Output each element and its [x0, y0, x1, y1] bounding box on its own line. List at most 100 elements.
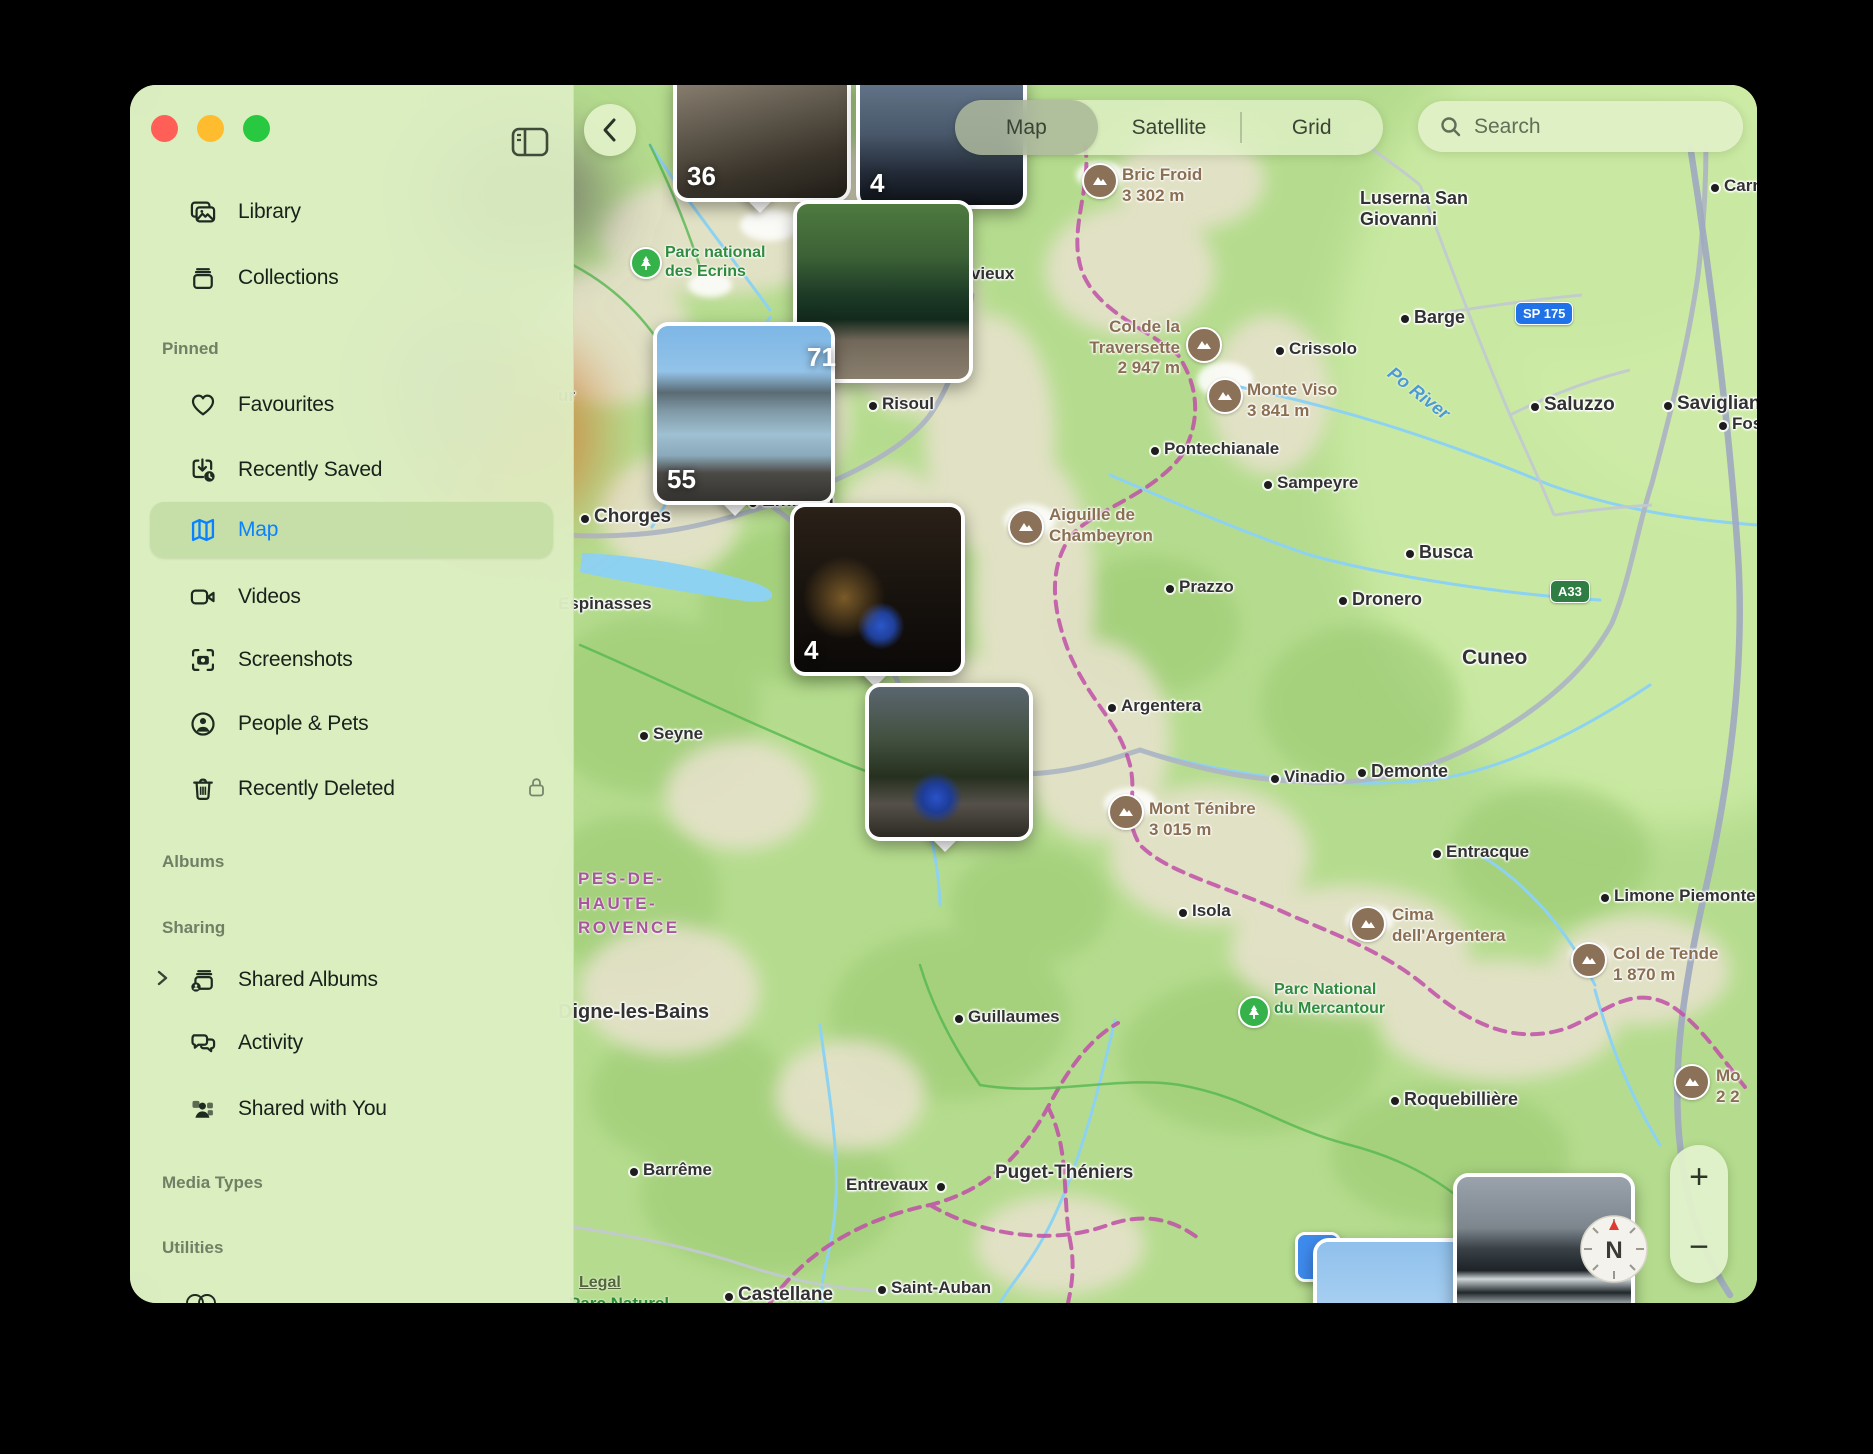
map-label-town: Luserna SanGiovanni — [1360, 188, 1468, 230]
map-label-town: Barge — [1414, 307, 1465, 328]
map-town-dot — [1358, 769, 1366, 777]
map-label-town: Dronero — [1352, 589, 1422, 610]
mountain-peak-icon — [1571, 942, 1607, 978]
sidebar-item-label: Activity — [238, 1031, 303, 1055]
people-group-icon — [188, 1094, 218, 1124]
tab-satellite[interactable]: Satellite — [1098, 100, 1241, 155]
sidebar-item-recently-saved[interactable]: Recently Saved — [150, 442, 553, 498]
map-label-town: Roquebillière — [1404, 1089, 1518, 1110]
sidebar-item-screenshots[interactable]: Screenshots — [150, 632, 553, 688]
legal-link[interactable]: Legal — [579, 1274, 621, 1292]
heart-icon — [188, 390, 218, 420]
map-town-dot — [581, 515, 589, 523]
map-town-dot — [1108, 704, 1116, 712]
compass[interactable]: N — [1580, 1215, 1648, 1283]
park-tree-icon — [630, 247, 662, 279]
map-label-town: Argentera — [1121, 696, 1201, 716]
map-town-dot — [1401, 315, 1409, 323]
tab-label: Map — [1006, 116, 1047, 140]
map-town-dot — [640, 732, 648, 740]
zoom-out-button[interactable]: − — [1670, 1215, 1728, 1279]
sidebar-item-label: Map — [238, 518, 278, 542]
person-circle-icon — [188, 709, 218, 739]
photo-thumbnail: 36 — [677, 85, 847, 198]
map-town-dot — [1531, 403, 1539, 411]
map-town-dot — [1719, 422, 1727, 430]
back-button[interactable] — [584, 104, 636, 156]
zoom-in-button[interactable]: + — [1670, 1145, 1728, 1209]
sidebar-item-label: Videos — [238, 585, 301, 609]
mountain-peak-icon — [1674, 1064, 1710, 1100]
sidebar-item-activity[interactable]: Activity — [150, 1015, 553, 1071]
map-label-peak: Col de laTraversette2 947 m — [1065, 317, 1180, 379]
map-label-town: Entrevaux — [846, 1175, 928, 1195]
tab-grid[interactable]: Grid — [1240, 100, 1383, 155]
map-label-peak: Mont Ténibre3 015 m — [1149, 799, 1256, 840]
map-label-river: Po River — [1383, 363, 1453, 425]
map-label-town: Risoul — [882, 394, 934, 414]
photo-cluster-night-garage[interactable]: 4 — [790, 503, 965, 676]
tab-map[interactable]: Map — [955, 100, 1098, 155]
sidebar-item-label: Favourites — [238, 393, 334, 417]
minimize-button[interactable] — [197, 115, 224, 142]
map-label-town: Carm — [1724, 176, 1757, 196]
mountain-peak-icon — [1350, 906, 1386, 942]
screenshot-icon — [188, 645, 218, 675]
photos-stack-icon — [188, 197, 218, 227]
search-icon — [1440, 116, 1462, 138]
map-town-dot — [1179, 909, 1187, 917]
map-label-town: Cuneo — [1462, 646, 1527, 671]
tab-label: Grid — [1292, 116, 1332, 140]
map-label-town: Crissolo — [1289, 339, 1357, 359]
sidebar-item-label: People & Pets — [238, 712, 369, 736]
map-label-town: Saluzzo — [1544, 394, 1615, 416]
map-town-dot — [878, 1286, 886, 1294]
photos-app-window: Luserna SanGiovanniCarmBargeSaluzzoSavig… — [130, 85, 1757, 1303]
photo-cluster-bikes[interactable]: 36 — [673, 85, 851, 202]
sidebar-section-utilities: Utilities — [162, 1238, 223, 1258]
compass-n-label: N — [1605, 1237, 1622, 1264]
sidebar: LibraryCollectionsPinnedFavouritesRecent… — [130, 85, 574, 1303]
mountain-peak-icon — [1082, 163, 1118, 199]
tab-label: Satellite — [1132, 116, 1207, 140]
photo-cluster-forest-lake[interactable]: 71 — [793, 200, 973, 383]
sidebar-item-favourites[interactable]: Favourites — [150, 377, 553, 433]
map-label-town: Barrême — [643, 1160, 712, 1180]
search-input[interactable]: Search — [1418, 101, 1743, 152]
sidebar-item-videos[interactable]: Videos — [150, 569, 553, 625]
sidebar-item-library[interactable]: Library — [150, 184, 553, 240]
route-shield-a33: A33 — [1550, 580, 1590, 603]
sidebar-toggle-icon[interactable] — [508, 126, 552, 158]
map-label-town: Saint-Auban — [891, 1278, 991, 1298]
photo-count-badge: 4 — [870, 168, 884, 199]
map-label-town: Seyne — [653, 724, 703, 744]
photo-thumbnail — [869, 687, 1029, 837]
map-label-town: Entracque — [1446, 842, 1529, 862]
duplicates-icon — [184, 1289, 218, 1303]
photo-count-badge: 4 — [804, 635, 818, 666]
map-town-dot — [1166, 585, 1174, 593]
close-button[interactable] — [151, 115, 178, 142]
sidebar-item-collections[interactable]: Collections — [150, 250, 553, 306]
map-town-dot — [1664, 402, 1672, 410]
map-mode-segmented-control: Map Satellite Grid — [955, 100, 1383, 155]
disclosure-chevron-icon[interactable] — [156, 968, 169, 993]
map-icon — [188, 515, 218, 545]
map-label-town: Demonte — [1371, 761, 1448, 782]
sidebar-item-recently-deleted[interactable]: Recently Deleted — [150, 761, 553, 817]
sidebar-section-albums: Albums — [162, 852, 224, 872]
map-town-dot — [1601, 894, 1609, 902]
save-clock-icon — [188, 455, 218, 485]
photo-thumbnail: 71 — [797, 204, 969, 379]
map-label-town: Busca — [1419, 542, 1473, 563]
lock-icon — [528, 777, 545, 802]
photo-cluster-blue-car-road[interactable] — [865, 683, 1033, 841]
sidebar-item-shared-albums[interactable]: Shared Albums — [150, 952, 553, 1008]
sidebar-item-shared-with-you[interactable]: Shared with You — [150, 1081, 553, 1137]
map-label-peak: Monte Viso3 841 m — [1247, 380, 1337, 421]
map-label-town: Limone Piemonte — [1614, 886, 1756, 906]
sidebar-item-map[interactable]: Map — [150, 502, 553, 558]
map-label-peak: Bric Froid3 302 m — [1122, 165, 1202, 206]
sidebar-item-people-pets[interactable]: People & Pets — [150, 696, 553, 752]
zoom-window-button[interactable] — [243, 115, 270, 142]
